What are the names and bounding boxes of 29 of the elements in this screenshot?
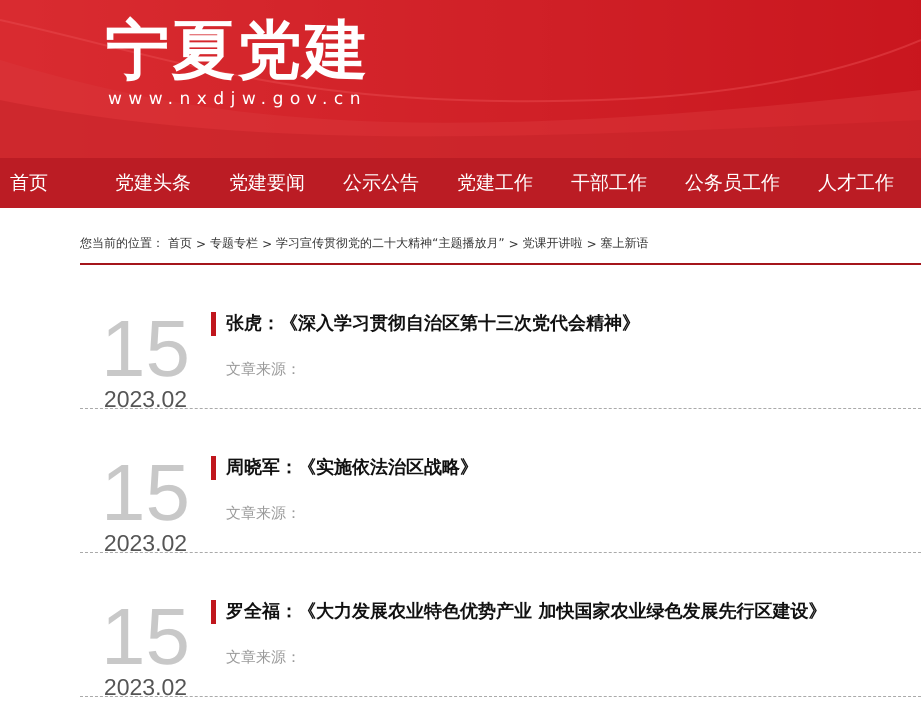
nav-item[interactable]: 公示公告 [324,170,438,196]
breadcrumb-separator: > [508,236,519,250]
nav-item[interactable]: 党建头条 [96,170,210,196]
breadcrumb-separator: > [586,236,597,250]
site-url: www.nxdjw.gov.cn [108,88,368,110]
nav-item[interactable]: 人才工作 [799,170,913,196]
date-month: 2023.02 [104,385,188,413]
date-month: 2023.02 [104,529,188,557]
breadcrumb-link[interactable]: 首页 [168,235,192,252]
nav-item[interactable]: 党建要闻 [210,170,324,196]
breadcrumb-label: 您当前的位置： [80,235,164,252]
article-source: 文章来源： [225,360,302,379]
article-title-link[interactable]: 罗全福：《大力发展农业特色优势产业 加快国家农业绿色发展先行区建设》 [211,600,826,624]
site-logo[interactable]: 宁夏党建 [106,16,370,86]
breadcrumb-link[interactable]: 党课开讲啦 [522,235,583,252]
breadcrumb-link[interactable]: 专题专栏 [210,235,258,252]
nav-item[interactable]: 公务员工作 [666,170,799,196]
article-title-link[interactable]: 张虎：《深入学习贯彻自治区第十三次党代会精神》 [211,312,640,336]
article-source: 文章来源： [225,504,302,523]
article-title-link[interactable]: 周晓军：《实施依法治区战略》 [211,456,478,480]
breadcrumb-link[interactable]: 学习宣传贯彻党的二十大精神“主题播放月” [276,235,505,252]
article-source: 文章来源： [225,648,302,667]
date-month: 2023.02 [104,673,188,701]
breadcrumb-separator: > [196,236,206,250]
breadcrumb-separator: > [262,236,272,250]
nav-item[interactable]: 党建工作 [438,170,552,196]
nav-item[interactable]: 干部工作 [552,170,666,196]
nav-item[interactable]: 首页 [10,170,96,196]
breadcrumb-link[interactable]: 塞上新语 [600,235,649,252]
